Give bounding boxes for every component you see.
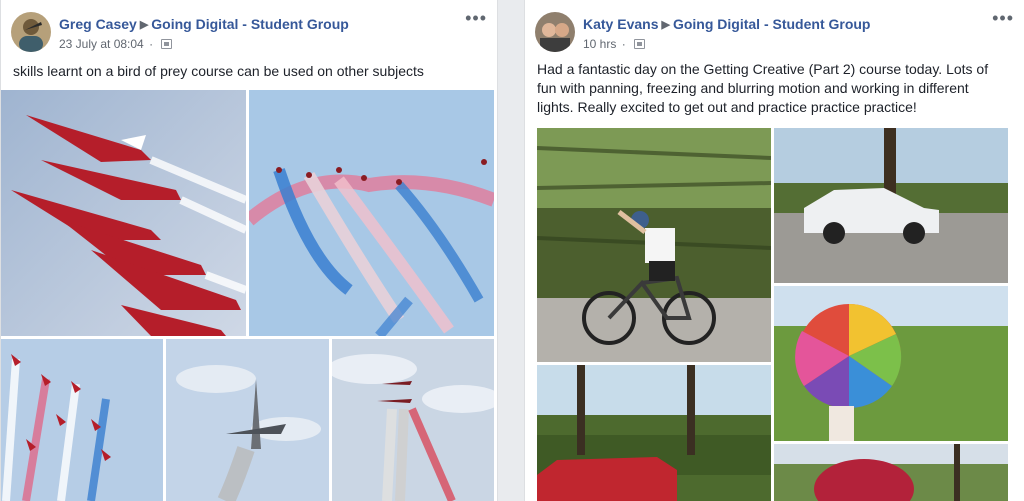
post-card: Katy Evans ▶ Going Digital - Student Group… (524, 0, 1024, 501)
photo-red-umbrella-woods[interactable] (774, 444, 1008, 501)
post-text: Had a fantastic day on the Getting Creat… (537, 61, 989, 115)
more-options-icon[interactable]: ••• (465, 8, 487, 29)
post-header: Katy Evans ▶ Going Digital - Student Group (583, 16, 870, 32)
photo-red-car[interactable] (537, 365, 771, 501)
post-card: Greg Casey ▶ Going Digital - Student Group… (0, 0, 498, 501)
timestamp-link[interactable]: 10 hrs (583, 37, 616, 51)
group-icon (634, 39, 646, 49)
photo-red-arrows-diving[interactable] (1, 339, 163, 501)
more-options-icon[interactable]: ••• (992, 8, 1014, 29)
photo-white-pickup[interactable] (774, 128, 1008, 283)
post-header: Greg Casey ▶ Going Digital - Student Group (59, 16, 349, 32)
post-meta: 10 hrs · (583, 37, 646, 51)
photo-rainbow-umbrella[interactable] (774, 286, 1008, 441)
timestamp-link[interactable]: 23 July at 08:04 (59, 37, 144, 51)
photo-red-arrows-smoke[interactable] (249, 90, 494, 336)
avatar[interactable] (11, 12, 51, 52)
author-link[interactable]: Greg Casey (59, 16, 137, 32)
author-link[interactable]: Katy Evans (583, 16, 658, 32)
photo-jets-vertical-smoke[interactable] (332, 339, 494, 501)
photo-cyclist-panning[interactable] (537, 128, 771, 362)
photo-jet-climbing[interactable] (166, 339, 329, 501)
photo-red-arrows-formation[interactable] (1, 90, 246, 336)
group-link[interactable]: Going Digital - Student Group (151, 16, 349, 32)
arrow-right-icon: ▶ (139, 19, 149, 31)
post-meta: 23 July at 08:04 · (59, 37, 173, 51)
post-text: skills learnt on a bird of prey course c… (13, 63, 424, 79)
avatar[interactable] (535, 12, 575, 52)
group-icon (161, 39, 173, 49)
group-link[interactable]: Going Digital - Student Group (673, 16, 871, 32)
arrow-right-icon: ▶ (661, 19, 670, 31)
